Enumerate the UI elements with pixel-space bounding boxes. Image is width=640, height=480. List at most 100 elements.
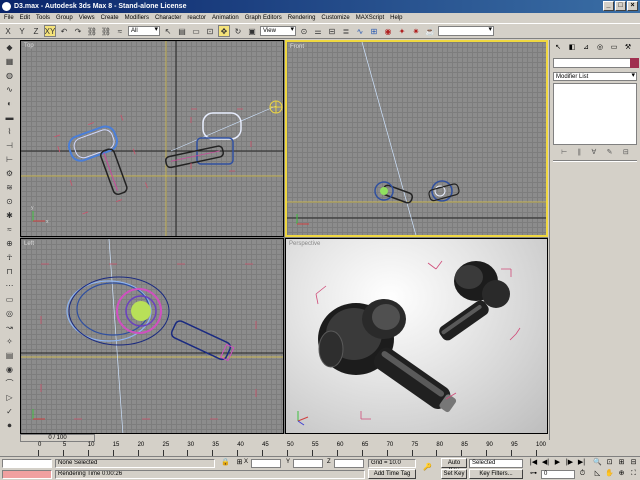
menu-character[interactable]: Character: [155, 15, 181, 21]
go-to-end-icon[interactable]: ▶|: [576, 458, 587, 468]
create-tab-icon[interactable]: ↖: [552, 42, 564, 53]
move-icon[interactable]: ✥: [218, 25, 230, 37]
remove-modifier-icon[interactable]: ✎: [607, 148, 613, 156]
softbody-icon[interactable]: ◍: [3, 70, 16, 82]
key-icon[interactable]: 🔑: [422, 463, 433, 473]
field-of-view-icon[interactable]: ◺: [592, 469, 603, 479]
show-end-result-icon[interactable]: ∥: [578, 148, 582, 156]
key-filters-button[interactable]: Key Filters...: [469, 469, 523, 479]
zoom-icon[interactable]: 🔍: [592, 458, 603, 468]
schematic-view-icon[interactable]: ⊞: [368, 25, 380, 37]
configure-sets-icon[interactable]: ⊟: [623, 148, 629, 156]
menu-customize[interactable]: Customize: [321, 15, 349, 21]
rope-mod-icon[interactable]: ⌒: [3, 378, 16, 390]
arc-rotate-icon[interactable]: ⊕: [616, 469, 627, 479]
fracture-mod-icon[interactable]: ✧: [3, 336, 16, 348]
modify-tab-icon[interactable]: ◧: [566, 42, 578, 53]
mirror-icon[interactable]: ⚌: [312, 25, 324, 37]
lock-selection-icon[interactable]: 🔒: [220, 458, 231, 468]
analyze-icon[interactable]: ✓: [3, 406, 16, 418]
key-mode-toggle-icon[interactable]: ⊶: [528, 469, 539, 479]
selection-filter-dropdown[interactable]: All: [128, 26, 160, 36]
set-key-button[interactable]: Set Key: [441, 469, 467, 479]
spring-icon[interactable]: ⌇: [3, 126, 16, 138]
select-object-icon[interactable]: ↖: [162, 25, 174, 37]
pin-stack-icon[interactable]: ⊢: [561, 148, 567, 156]
select-by-name-icon[interactable]: ▤: [176, 25, 188, 37]
maximize-button[interactable]: □: [615, 1, 626, 11]
axis-x-button[interactable]: X: [2, 25, 14, 37]
menu-tools[interactable]: Tools: [36, 15, 50, 21]
align-icon[interactable]: ⊟: [326, 25, 338, 37]
current-frame-field[interactable]: 0: [541, 470, 575, 479]
object-color-swatch[interactable]: [630, 58, 639, 68]
wind-icon[interactable]: ≋: [3, 182, 16, 194]
maxscript-listener-mini[interactable]: [2, 459, 52, 468]
utilities-tab-icon[interactable]: ⚒: [622, 42, 634, 53]
axis-xy-button[interactable]: XY: [44, 25, 56, 37]
quick-render-icon[interactable]: ☕: [424, 25, 436, 37]
toy-car-icon[interactable]: ⊙: [3, 196, 16, 208]
motor-icon[interactable]: ⚙: [3, 168, 16, 180]
plane-icon[interactable]: ▬: [3, 112, 16, 124]
unlink-icon[interactable]: ⛓: [100, 25, 112, 37]
y-coordinate-field[interactable]: [293, 459, 323, 468]
modifier-stack[interactable]: [553, 83, 637, 145]
viewport-top[interactable]: Top x y: [20, 40, 284, 237]
fracture-icon[interactable]: ✱: [3, 210, 16, 222]
make-unique-icon[interactable]: ∀: [592, 148, 597, 156]
axis-y-button[interactable]: Y: [16, 25, 28, 37]
next-frame-icon[interactable]: |▶: [564, 458, 575, 468]
pivot-center-icon[interactable]: ⊙: [298, 25, 310, 37]
x-coordinate-field[interactable]: [251, 459, 281, 468]
display-tab-icon[interactable]: ▭: [608, 42, 620, 53]
menu-modifiers[interactable]: Modifiers: [125, 15, 149, 21]
rope-icon[interactable]: ∿: [3, 84, 16, 96]
rotate-icon[interactable]: ↻: [232, 25, 244, 37]
rigid-body-icon[interactable]: ◆: [3, 42, 16, 54]
menu-views[interactable]: Views: [79, 15, 95, 21]
go-to-start-icon[interactable]: |◀: [528, 458, 539, 468]
time-configuration-icon[interactable]: ⏱: [577, 469, 588, 479]
minimize-button[interactable]: _: [603, 1, 614, 11]
create-animation-icon[interactable]: ⏺: [3, 420, 16, 432]
maxscript-mini-result[interactable]: [2, 470, 52, 479]
ragdoll-icon[interactable]: ☥: [3, 252, 16, 264]
cloth-icon[interactable]: ▦: [3, 56, 16, 68]
close-button[interactable]: ×: [627, 1, 638, 11]
cloth-mod-icon[interactable]: ▤: [3, 350, 16, 362]
viewport-left[interactable]: Left: [20, 238, 284, 434]
viewport-perspective[interactable]: Perspective: [285, 238, 548, 434]
undo-icon[interactable]: ↶: [58, 25, 70, 37]
link-icon[interactable]: ⛓: [86, 25, 98, 37]
auto-key-button[interactable]: Auto Key: [441, 458, 467, 474]
point-to-path-icon[interactable]: ↝: [3, 322, 16, 334]
z-coordinate-field[interactable]: [334, 459, 364, 468]
angular-dashpot-icon[interactable]: ⊢: [3, 154, 16, 166]
menu-graph-editors[interactable]: Graph Editors: [245, 15, 282, 21]
zoom-extents-icon[interactable]: ⊞: [616, 458, 627, 468]
car-wheel-icon[interactable]: ◎: [3, 308, 16, 320]
linear-dashpot-icon[interactable]: ⊣: [3, 140, 16, 152]
preview-icon[interactable]: ▷: [3, 392, 16, 404]
app-icon[interactable]: [2, 2, 11, 11]
layer-manager-icon[interactable]: ≣: [340, 25, 352, 37]
curve-editor-icon[interactable]: ∿: [354, 25, 366, 37]
menu-create[interactable]: Create: [101, 15, 119, 21]
menu-group[interactable]: Group: [56, 15, 73, 21]
bind-spacewarp-icon[interactable]: ≈: [114, 25, 126, 37]
menu-animation[interactable]: Animation: [212, 15, 239, 21]
zoom-all-icon[interactable]: ⊡: [604, 458, 615, 468]
hierarchy-tab-icon[interactable]: ⊿: [580, 42, 592, 53]
add-time-tag-button[interactable]: Add Time Tag: [368, 469, 416, 479]
menu-rendering[interactable]: Rendering: [288, 15, 316, 21]
scale-icon[interactable]: ▣: [246, 25, 258, 37]
time-slider[interactable]: 0 / 100: [20, 434, 95, 442]
previous-frame-icon[interactable]: ◀|: [540, 458, 551, 468]
named-selection-dropdown[interactable]: [438, 26, 494, 36]
render-setup-icon[interactable]: ✦: [396, 25, 408, 37]
maximize-viewport-icon[interactable]: ⛶: [628, 469, 639, 479]
hinge-icon[interactable]: ⊓: [3, 266, 16, 278]
redo-icon[interactable]: ↷: [72, 25, 84, 37]
softbody-mod-icon[interactable]: ◉: [3, 364, 16, 376]
